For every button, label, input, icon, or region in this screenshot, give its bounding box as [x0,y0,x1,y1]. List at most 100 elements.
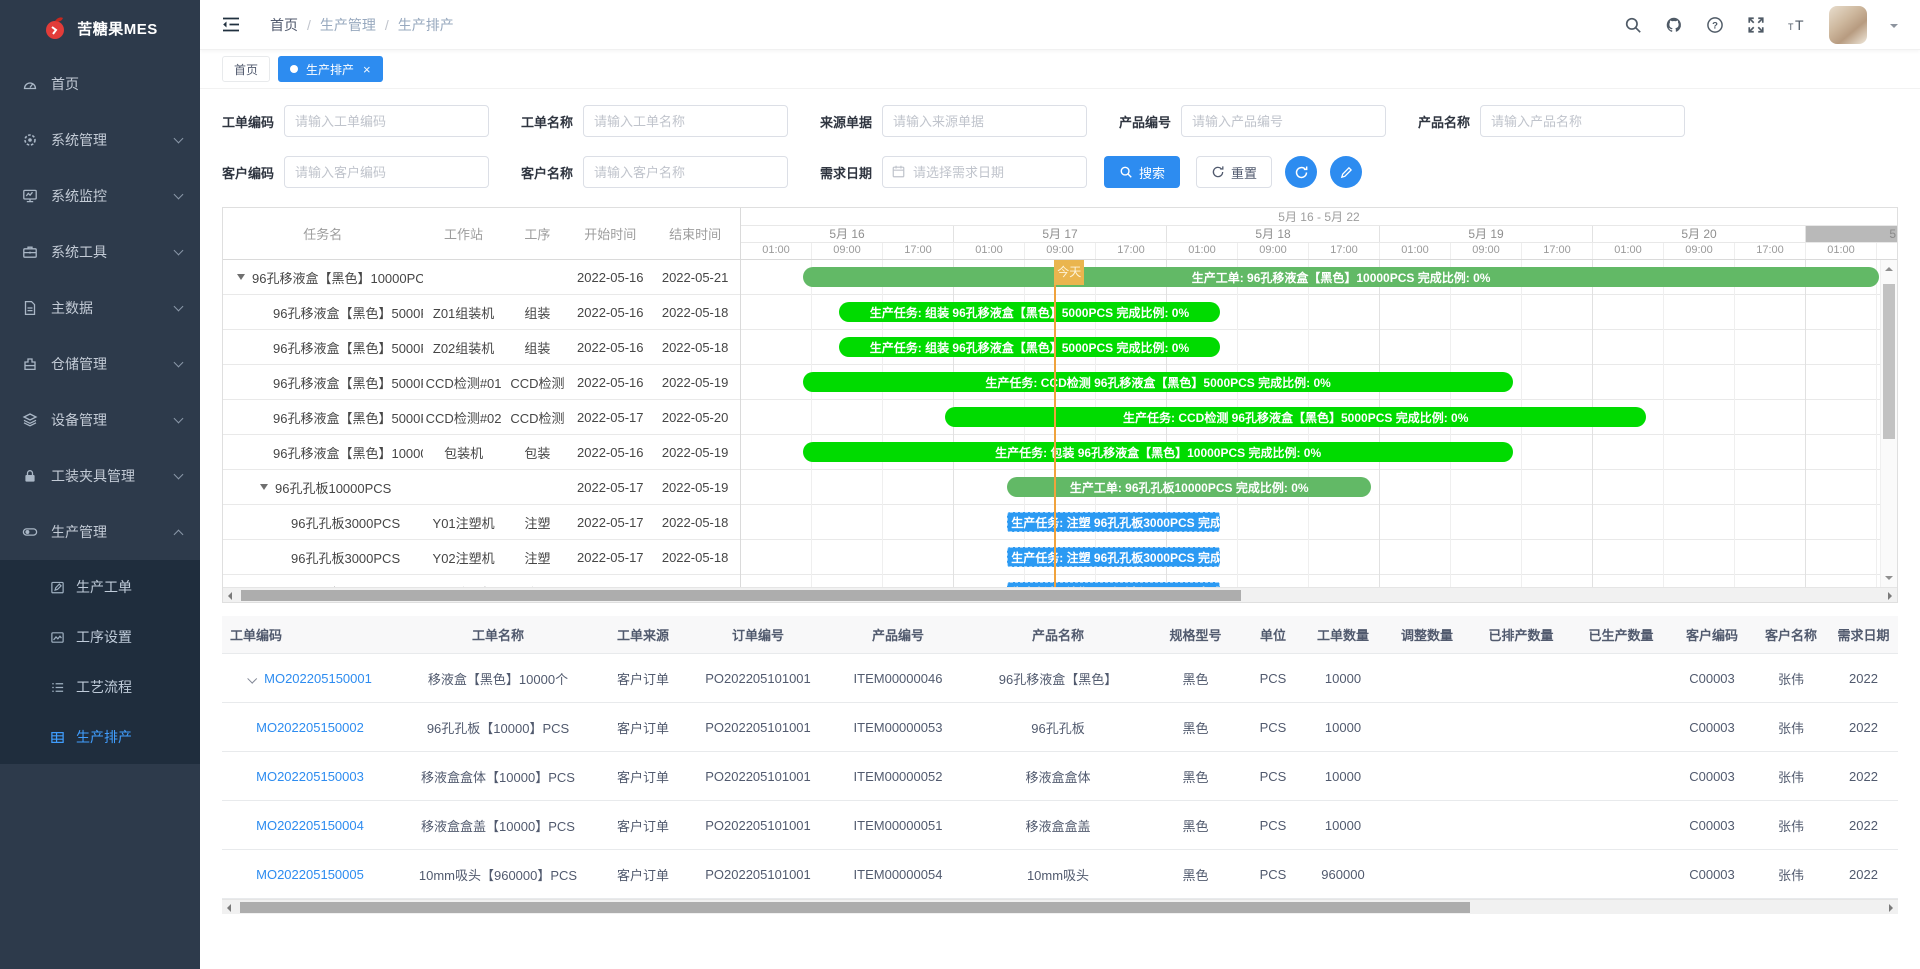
tab-home[interactable]: 首页 [222,56,270,82]
table-cell: C00003 [1671,671,1753,686]
breadcrumb-home[interactable]: 首页 [270,15,298,35]
sidebar-item-system-admin[interactable]: 系统管理 [0,112,200,168]
gantt-task-row[interactable]: 96孔移液盒【黑色】5000PCSCCD检测#02CCD检测2022-05-17… [223,400,740,435]
filter-field-r1-1: 工单名称 [521,105,820,137]
gantt-bar-task[interactable]: 生产任务: CCD检测 96孔移液盒【黑色】5000PCS 完成比例: 0% [945,407,1646,427]
gantt-bar-task[interactable]: 生产任务: CCD检测 96孔移液盒【黑色】5000PCS 完成比例: 0% [803,372,1513,392]
tab-scheduling[interactable]: 生产排产 × [278,56,383,82]
gantt-bar-order[interactable]: 生产工单: 96孔孔板10000PCS 完成比例: 0% [1007,477,1371,497]
demand-date-input[interactable] [882,156,1087,188]
gantt-task-name: 96孔孔板10000PCS [275,478,391,497]
gantt-task-row[interactable]: 96孔移液盒【黑色】5000PCSZ01组装机组装2022-05-162022-… [223,295,740,330]
filter-input[interactable] [583,105,788,137]
work-order-link[interactable]: MO202205150005 [256,867,364,882]
table-row[interactable]: MO202205150003移液盒盒体【10000】PCS客户订单PO20220… [222,752,1898,801]
table-row[interactable]: MO20220515000510mm吸头【960000】PCS客户订单PO202… [222,850,1898,899]
table-column-header: 需求日期 [1829,625,1898,644]
gantt-bar-order[interactable]: 生产工单: 96孔移液盒【黑色】10000PCS 完成比例: 0% [803,267,1879,287]
gantt-task-cell: 96孔孔板3000PCS [223,513,423,532]
sidebar-item-system-monitor[interactable]: 系统监控 [0,168,200,224]
work-order-table: 工单编码工单名称工单来源订单编号产品编号产品名称规格型号单位工单数量调整数量已排… [222,616,1898,914]
gantt-vertical-scrollbar[interactable] [1880,260,1897,587]
scroll-down-icon[interactable] [1885,576,1893,580]
breadcrumb-production[interactable]: 生产管理 [320,15,376,35]
table-cell: PCS [1243,720,1303,735]
gantt-task-row[interactable]: 96孔移液盒【黑色】5000PCSCCD检测#01CCD检测2022-05-16… [223,365,740,400]
gantt-task-cell: 2022-05-18 [650,550,740,565]
gantt-task-cell: CCD检测 [505,373,571,392]
gantt-bar-task[interactable]: 生产任务: 组装 96孔移液盒【黑色】5000PCS 完成比例: 0% [839,337,1221,357]
sidebar-item-work-order[interactable]: 生产工单 [0,562,200,612]
github-icon[interactable] [1665,16,1683,34]
table-cell: 10mm吸头【960000】PCS [398,865,598,884]
filter-input[interactable] [1480,105,1685,137]
table-row[interactable]: MO202205150004移液盒盒盖【10000】PCS客户订单PO20220… [222,801,1898,850]
collapse-caret-icon[interactable] [237,274,245,280]
gantt-task-row[interactable]: 96孔孔板3000PCSY02注塑机注塑2022-05-172022-05-18 [223,540,740,575]
table-cell: MO202205150001 [222,671,398,686]
table-cell: PCS [1243,769,1303,784]
table-row[interactable]: MO202205150001移液盒【黑色】10000个客户订单PO2022051… [222,654,1898,703]
gantt-bar-selected[interactable]: 生产任务: 注塑 96孔孔板3000PCS 完成比例: 0% [1007,547,1220,567]
user-avatar[interactable] [1829,6,1867,44]
scroll-right-icon[interactable] [1888,592,1892,600]
gantt-task-cell: 注塑 [505,548,571,567]
menu-fold-icon[interactable] [222,17,240,32]
question-icon[interactable]: ? [1706,16,1724,34]
breadcrumb-scheduling[interactable]: 生产排产 [398,15,454,35]
search-icon[interactable] [1624,16,1642,34]
work-order-link[interactable]: MO202205150001 [264,671,372,686]
sidebar-item-home[interactable]: 首页 [0,56,200,112]
table-horizontal-scrollbar[interactable] [222,899,1898,914]
refresh-round-button[interactable] [1285,156,1317,188]
gantt-task-row[interactable]: 96孔孔板10000PCS2022-05-172022-05-19 [223,470,740,505]
sidebar-item-system-tools[interactable]: 系统工具 [0,224,200,280]
scroll-up-icon[interactable] [1885,267,1893,271]
filter-input[interactable] [882,105,1087,137]
filter-input[interactable] [284,105,489,137]
filter-input[interactable] [284,156,489,188]
work-order-link[interactable]: MO202205150002 [256,720,364,735]
work-order-link[interactable]: MO202205150004 [256,818,364,833]
edit-round-button[interactable] [1330,156,1362,188]
fontsize-icon[interactable]: TT [1788,16,1806,34]
filter-input[interactable] [583,156,788,188]
scroll-left-icon[interactable] [227,904,231,912]
gantt-task-row[interactable]: 96孔移液盒【黑色】10000PCS包装机包装2022-05-162022-05… [223,435,740,470]
sidebar-item-process-setup[interactable]: 工序设置 [0,612,200,662]
sidebar-item-equipment[interactable]: 设备管理 [0,392,200,448]
sidebar-item-master-data[interactable]: 主数据 [0,280,200,336]
sidebar-item-scheduling[interactable]: 生产排产 [0,712,200,762]
reset-button[interactable]: 重置 [1196,156,1272,188]
gantt-bar-selected[interactable]: 生产任务: 注塑 96孔孔板3000PCS 完成比例: 0% [1007,512,1220,532]
expand-chevron-icon[interactable] [247,673,257,683]
table-row[interactable]: MO20220515000296孔孔板【10000】PCS客户订单PO20220… [222,703,1898,752]
scroll-left-icon[interactable] [228,592,232,600]
sidebar-item-process-flow[interactable]: 工艺流程 [0,662,200,712]
gantt-horizontal-scrollbar[interactable] [223,587,1897,602]
search-button[interactable]: 搜索 [1104,156,1180,188]
gantt-task-row[interactable]: 96孔孔板3000PCSY03注塑机注塑2022-05-172022-05-18 [223,575,740,587]
fullscreen-icon[interactable] [1747,16,1765,34]
gantt-hscroll-thumb[interactable] [241,590,1241,601]
sidebar-item-warehouse[interactable]: 仓储管理 [0,336,200,392]
tab-close-icon[interactable]: × [363,63,371,76]
gantt-task-row[interactable]: 96孔移液盒【黑色】5000PCSZ02组装机组装2022-05-162022-… [223,330,740,365]
gantt-vscroll-thumb[interactable] [1883,284,1895,439]
gantt-task-name: 96孔孔板3000PCS [291,513,400,532]
collapse-caret-icon[interactable] [260,484,268,490]
gantt-bar-task[interactable]: 生产任务: 组装 96孔移液盒【黑色】5000PCS 完成比例: 0% [839,302,1221,322]
user-caret-down-icon[interactable] [1890,24,1898,32]
filter-input[interactable] [1181,105,1386,137]
scroll-right-icon[interactable] [1889,904,1893,912]
sidebar-item-label: 生产管理 [51,522,175,542]
gantt-task-row[interactable]: 96孔移液盒【黑色】10000PCS2022-05-162022-05-21 [223,260,740,295]
table-hscroll-thumb[interactable] [240,902,1470,913]
filter-field-r2-0: 客户编码 [222,156,521,188]
sidebar-item-fixture[interactable]: 工装夹具管理 [0,448,200,504]
chevron-up-icon [174,529,184,539]
gantt-bar-task[interactable]: 生产任务: 包装 96孔移液盒【黑色】10000PCS 完成比例: 0% [803,442,1513,462]
work-order-link[interactable]: MO202205150003 [256,769,364,784]
sidebar-item-production[interactable]: 生产管理 [0,504,200,560]
gantt-task-row[interactable]: 96孔孔板3000PCSY01注塑机注塑2022-05-172022-05-18 [223,505,740,540]
